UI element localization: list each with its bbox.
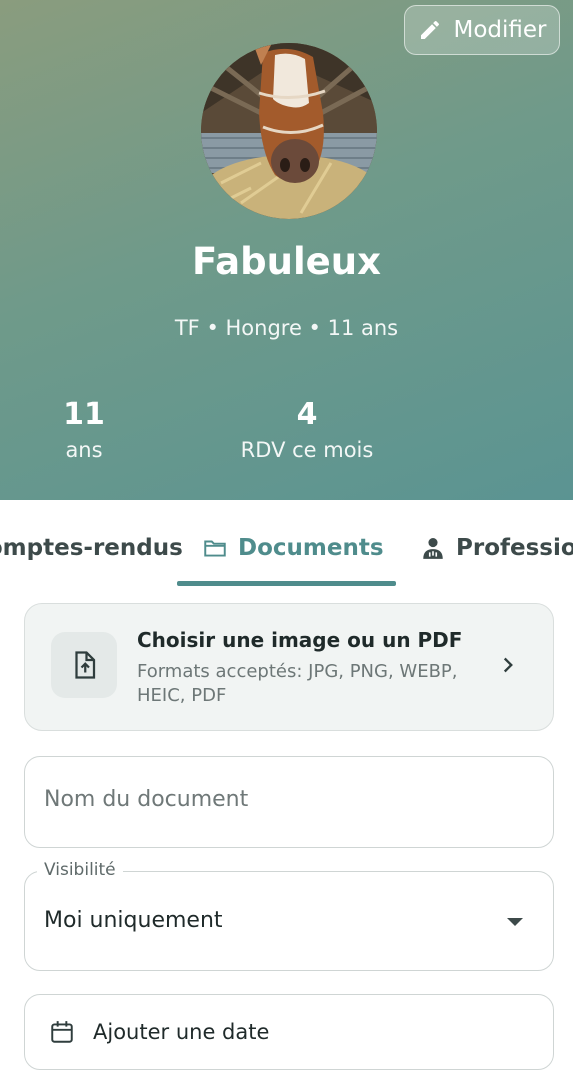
tab-documents[interactable]: Documents <box>202 532 384 564</box>
folder-icon <box>204 540 226 557</box>
tab-professionals-label: Professionnels <box>456 535 573 561</box>
tab-reports[interactable]: Comptes-rendus <box>0 532 183 564</box>
add-date-label: Ajouter une date <box>93 1020 270 1044</box>
upload-title: Choisir une image ou un PDF <box>137 628 463 652</box>
add-date-field[interactable]: Ajouter une date <box>24 994 554 1070</box>
visibility-label: Visibilité <box>37 860 123 880</box>
edit-button[interactable]: Modifier <box>404 5 560 55</box>
stat-appointments: 4 RDV ce mois <box>226 396 388 462</box>
upload-file-card[interactable]: Choisir une image ou un PDF Formats acce… <box>24 603 554 731</box>
horse-photo <box>201 43 377 219</box>
tab-professionals[interactable]: Professionnels <box>420 532 573 564</box>
tab-reports-label: Comptes-rendus <box>0 535 183 561</box>
doctor-icon <box>423 538 443 559</box>
pencil-icon <box>420 20 439 39</box>
document-name-input[interactable]: Nom du document <box>24 756 554 848</box>
stat-age: 11 ans <box>44 396 124 462</box>
horse-avatar[interactable] <box>201 43 377 219</box>
tab-bar: Comptes-rendus Documents Professionnels <box>0 500 573 588</box>
stat-appointments-value: 4 <box>296 397 318 432</box>
profile-header: Modifier Fabuleux TF • Hongre • 11 ans 1… <box>0 0 573 500</box>
calendar-icon <box>51 1021 73 1043</box>
dropdown-arrow-icon <box>507 918 523 926</box>
visibility-value: Moi uniquement <box>44 908 223 933</box>
file-upload-icon <box>75 651 96 679</box>
stat-appointments-label: RDV ce mois <box>240 438 374 462</box>
document-name-placeholder: Nom du document <box>44 787 249 812</box>
upload-icon-container <box>51 632 117 698</box>
tab-documents-label: Documents <box>238 535 384 561</box>
active-tab-indicator <box>177 581 396 586</box>
upload-formats: Formats acceptés: JPG, PNG, WEBP, HEIC, … <box>137 661 458 706</box>
stat-age-label: ans <box>65 438 103 462</box>
horse-details: TF • Hongre • 11 ans <box>174 316 399 340</box>
horse-name: Fabuleux <box>192 240 381 283</box>
edit-button-label: Modifier <box>453 17 547 43</box>
visibility-select[interactable]: Visibilité Moi uniquement <box>24 860 554 971</box>
chevron-right-icon <box>503 657 513 673</box>
stat-age-value: 11 <box>63 397 105 432</box>
